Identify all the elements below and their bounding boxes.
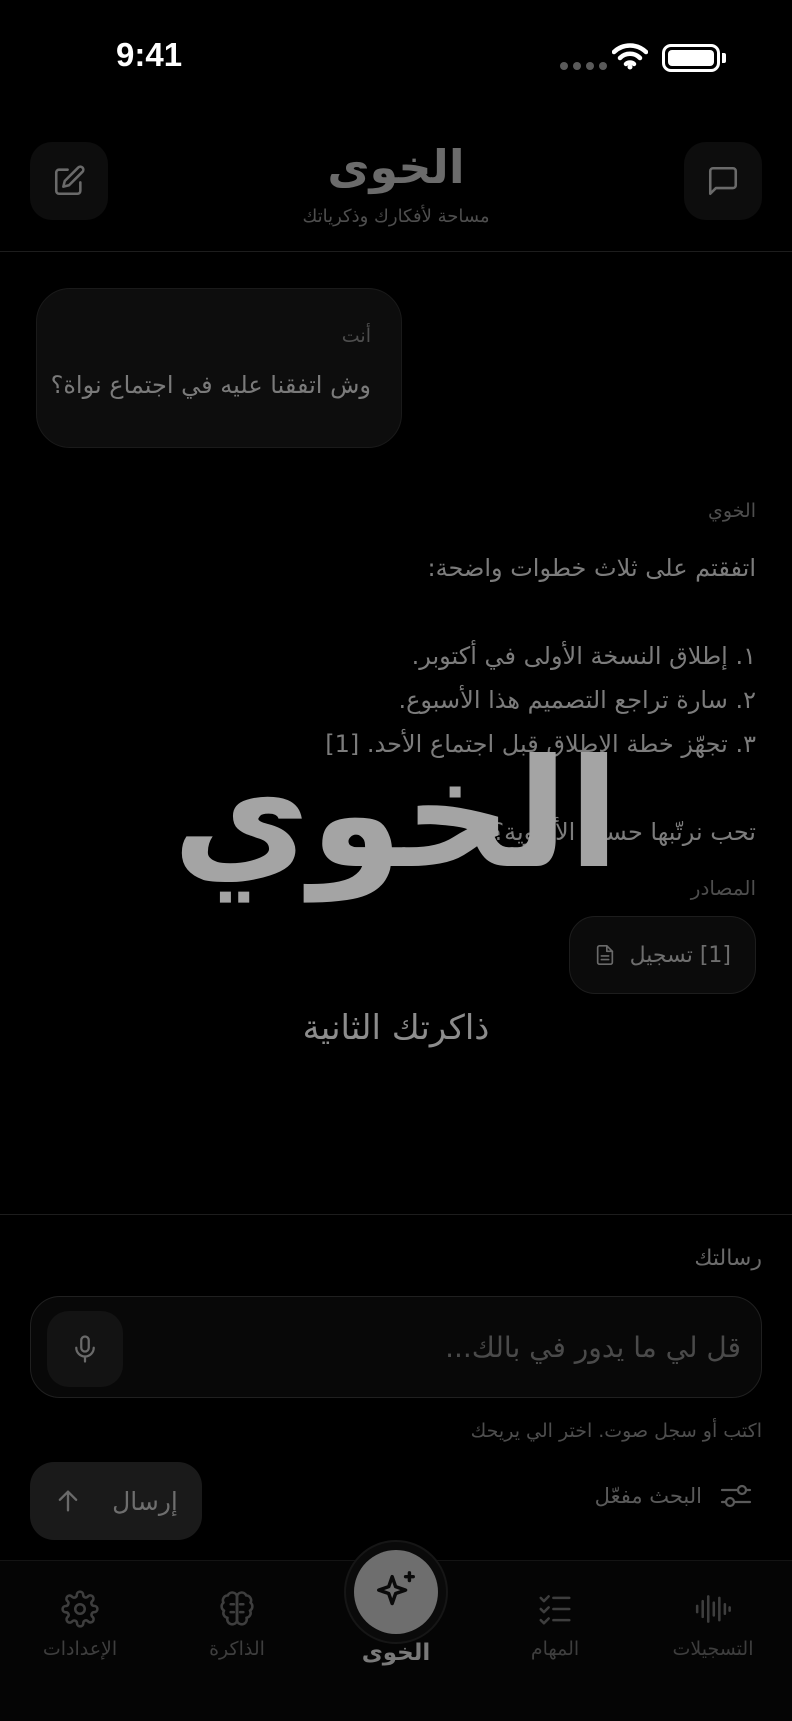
sliders-icon: [720, 1484, 752, 1508]
tab-label: الإعدادات: [42, 1638, 118, 1660]
message-input[interactable]: [141, 1297, 741, 1397]
signal-icon: [560, 62, 607, 70]
composer-hint: اكتب أو سجل صوت. اختر الي يريحك: [470, 1420, 762, 1442]
wifi-icon: [612, 43, 648, 70]
document-icon: [596, 945, 613, 965]
composer-divider: [0, 1214, 792, 1215]
tab-label: الذاكرة: [209, 1638, 265, 1660]
brand-wordmark: الخوي: [172, 728, 620, 902]
tab-memory[interactable]: الذاكرة: [157, 1590, 317, 1660]
waveform-icon: [695, 1595, 731, 1623]
gear-icon: [61, 1590, 99, 1628]
assistant-label: الخوي: [707, 500, 756, 522]
composer-label: رسالتك: [694, 1246, 762, 1271]
source-chip[interactable]: [1] تسجيل: [568, 916, 756, 994]
message-input-container: [30, 1296, 762, 1398]
brain-icon: [220, 1591, 254, 1626]
assistant-step: ٢. سارة تراجع التصميم هذا الأسبوع.: [398, 686, 756, 714]
send-button[interactable]: إرسال: [30, 1462, 202, 1540]
battery-cap: [722, 53, 726, 63]
tab-tasks[interactable]: المهام: [475, 1590, 635, 1660]
tab-settings[interactable]: الإعدادات: [0, 1590, 160, 1660]
voice-record-button[interactable]: [47, 1311, 123, 1387]
source-chip-label: [1] تسجيل: [629, 942, 731, 968]
tab-recordings[interactable]: التسجيلات: [633, 1590, 792, 1660]
user-message-text: وش اتفقنا عليه في اجتماع نواة؟: [50, 371, 371, 399]
compose-icon: [54, 165, 85, 196]
page-title: الخوى: [327, 140, 465, 194]
conversations-button[interactable]: [684, 142, 762, 220]
status-time: 9:41: [116, 36, 183, 73]
brand-tagline: ذاكرتك الثانية: [302, 1008, 490, 1048]
new-chat-button[interactable]: [30, 142, 108, 220]
microphone-icon: [75, 1335, 95, 1363]
chat-icon: [708, 166, 738, 196]
tab-assistant[interactable]: [354, 1550, 438, 1634]
header-divider: [0, 251, 792, 252]
search-toggle[interactable]: البحث مفعّل: [595, 1482, 752, 1510]
assistant-intro: اتفقتم على ثلاث خطوات واضحة:: [427, 554, 757, 582]
send-label: إرسال: [112, 1486, 178, 1516]
checklist-icon: [539, 1595, 571, 1625]
tab-label: المهام: [530, 1638, 580, 1660]
user-message-bubble: أنت وش اتفقنا عليه في اجتماع نواة؟: [36, 288, 402, 448]
battery-icon: [662, 44, 720, 72]
user-label: أنت: [341, 325, 371, 347]
arrow-up-icon: [58, 1490, 78, 1512]
tab-label-active: الخوى: [361, 1640, 431, 1666]
sparkle-icon: [377, 1571, 415, 1606]
page-subtitle: مساحة لأفكارك وذكرياتك: [302, 206, 490, 227]
assistant-step: ١. إطلاق النسخة الأولى في أكتوبر.: [411, 642, 756, 670]
search-toggle-label: البحث مفعّل: [594, 1484, 702, 1508]
tab-label: التسجيلات: [672, 1638, 754, 1660]
